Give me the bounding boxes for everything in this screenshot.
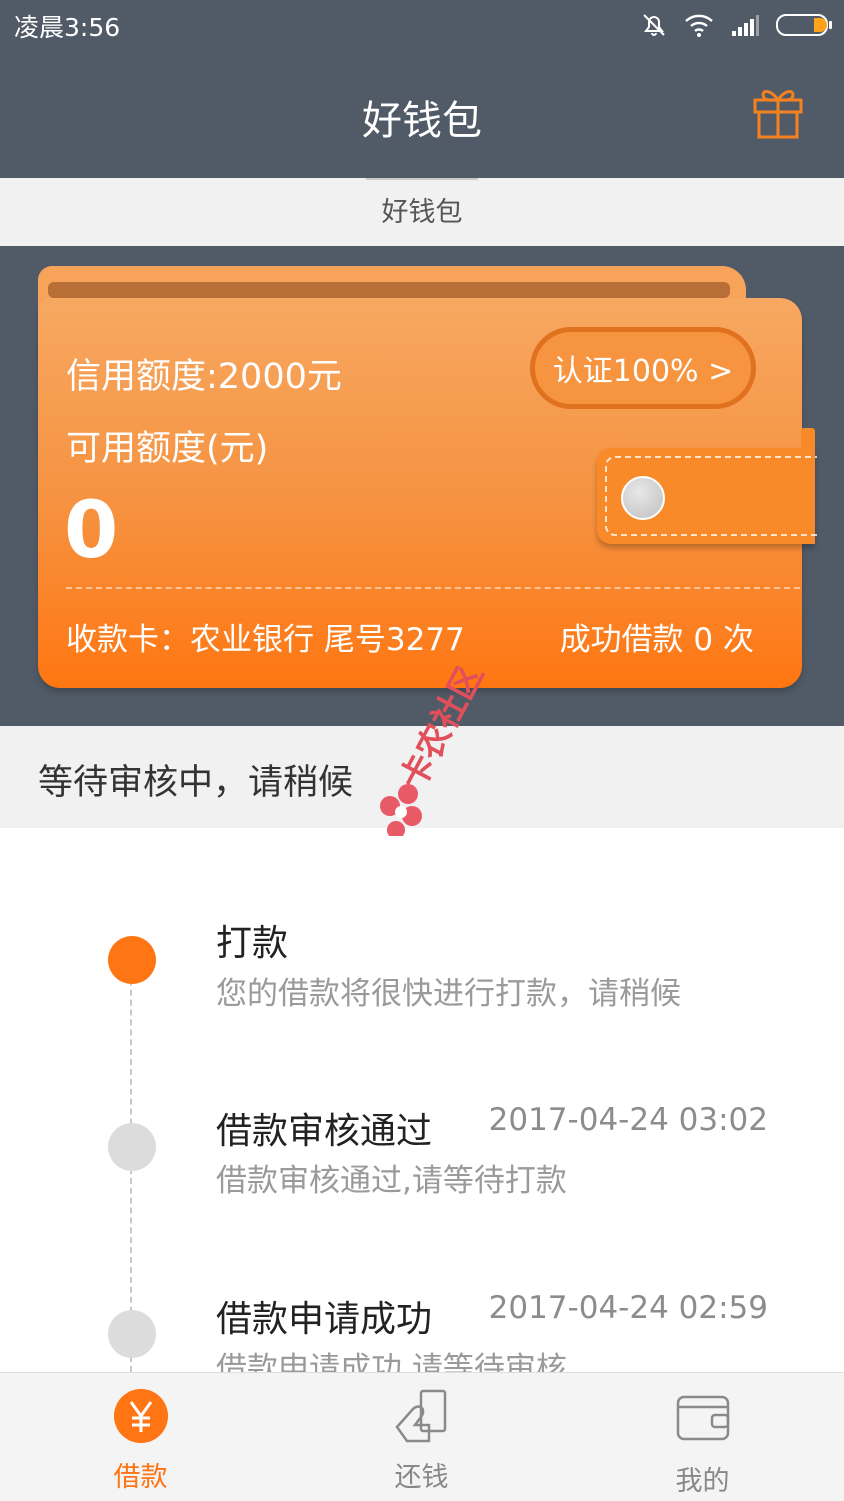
success-loan-count: 成功借款 0 次 (559, 622, 754, 658)
status-bar: 凌晨3:56 (0, 0, 844, 50)
wallet-clasp (597, 448, 817, 544)
repay-icon (395, 1389, 447, 1443)
signal-icon (732, 15, 759, 36)
step-desc-payout: 您的借款将很快进行打款，请稍候 (216, 976, 681, 1012)
tab-indicator (366, 178, 478, 180)
battery-icon (776, 14, 832, 36)
certify-button[interactable]: 认证100% > (530, 327, 756, 409)
card-divider (66, 587, 800, 589)
gift-icon[interactable] (752, 84, 804, 140)
available-value: 0 (64, 486, 119, 576)
nav-label-borrow: 借款 (113, 1462, 168, 1493)
app-bar: 好钱包 (0, 50, 844, 178)
step-desc-approved: 借款审核通过,请等待打款 (216, 1163, 567, 1199)
step-time-applied: 2017-04-24 02:59 (488, 1290, 768, 1326)
page-title: 好钱包 (362, 98, 482, 144)
sub-tab-bar: 好钱包 (0, 178, 844, 246)
watermark-text: 卡农社区 (393, 666, 492, 796)
step-title-approved: 借款审核通过 (216, 1111, 433, 1152)
nav-item-borrow[interactable]: 借款 (0, 1373, 281, 1501)
review-status-text: 等待审核中，请稍候 (38, 763, 354, 803)
clasp-button-icon (621, 476, 665, 520)
timeline-dot-active (108, 936, 156, 984)
credit-limit: 信用额度:2000元 (66, 357, 342, 397)
wifi-icon (685, 14, 713, 37)
status-icons (640, 8, 832, 42)
mute-icon (643, 14, 665, 36)
timeline-dot (108, 1310, 156, 1358)
available-label: 可用额度(元) (66, 429, 269, 469)
step-time-approved: 2017-04-24 03:02 (488, 1102, 768, 1138)
watermark-logo: 卡农社区 (380, 666, 492, 836)
bank-card-info: 收款卡：农业银行 尾号3277 (66, 622, 465, 658)
tab-wallet[interactable]: 好钱包 (0, 190, 844, 229)
wallet-icon (676, 1395, 730, 1441)
wallet-strap (48, 282, 730, 298)
nav-item-mine[interactable]: 我的 (562, 1373, 843, 1501)
status-time: 凌晨3:56 (14, 13, 121, 42)
bottom-nav: 借款 还钱 我的 (0, 1372, 844, 1501)
yuan-icon (114, 1389, 168, 1443)
timeline-dot (108, 1123, 156, 1171)
step-title-applied: 借款申请成功 (216, 1299, 433, 1340)
nav-label-repay: 还钱 (394, 1462, 449, 1493)
step-title-payout: 打款 (216, 923, 289, 964)
nav-item-repay[interactable]: 还钱 (281, 1373, 562, 1501)
nav-label-mine: 我的 (675, 1466, 730, 1497)
